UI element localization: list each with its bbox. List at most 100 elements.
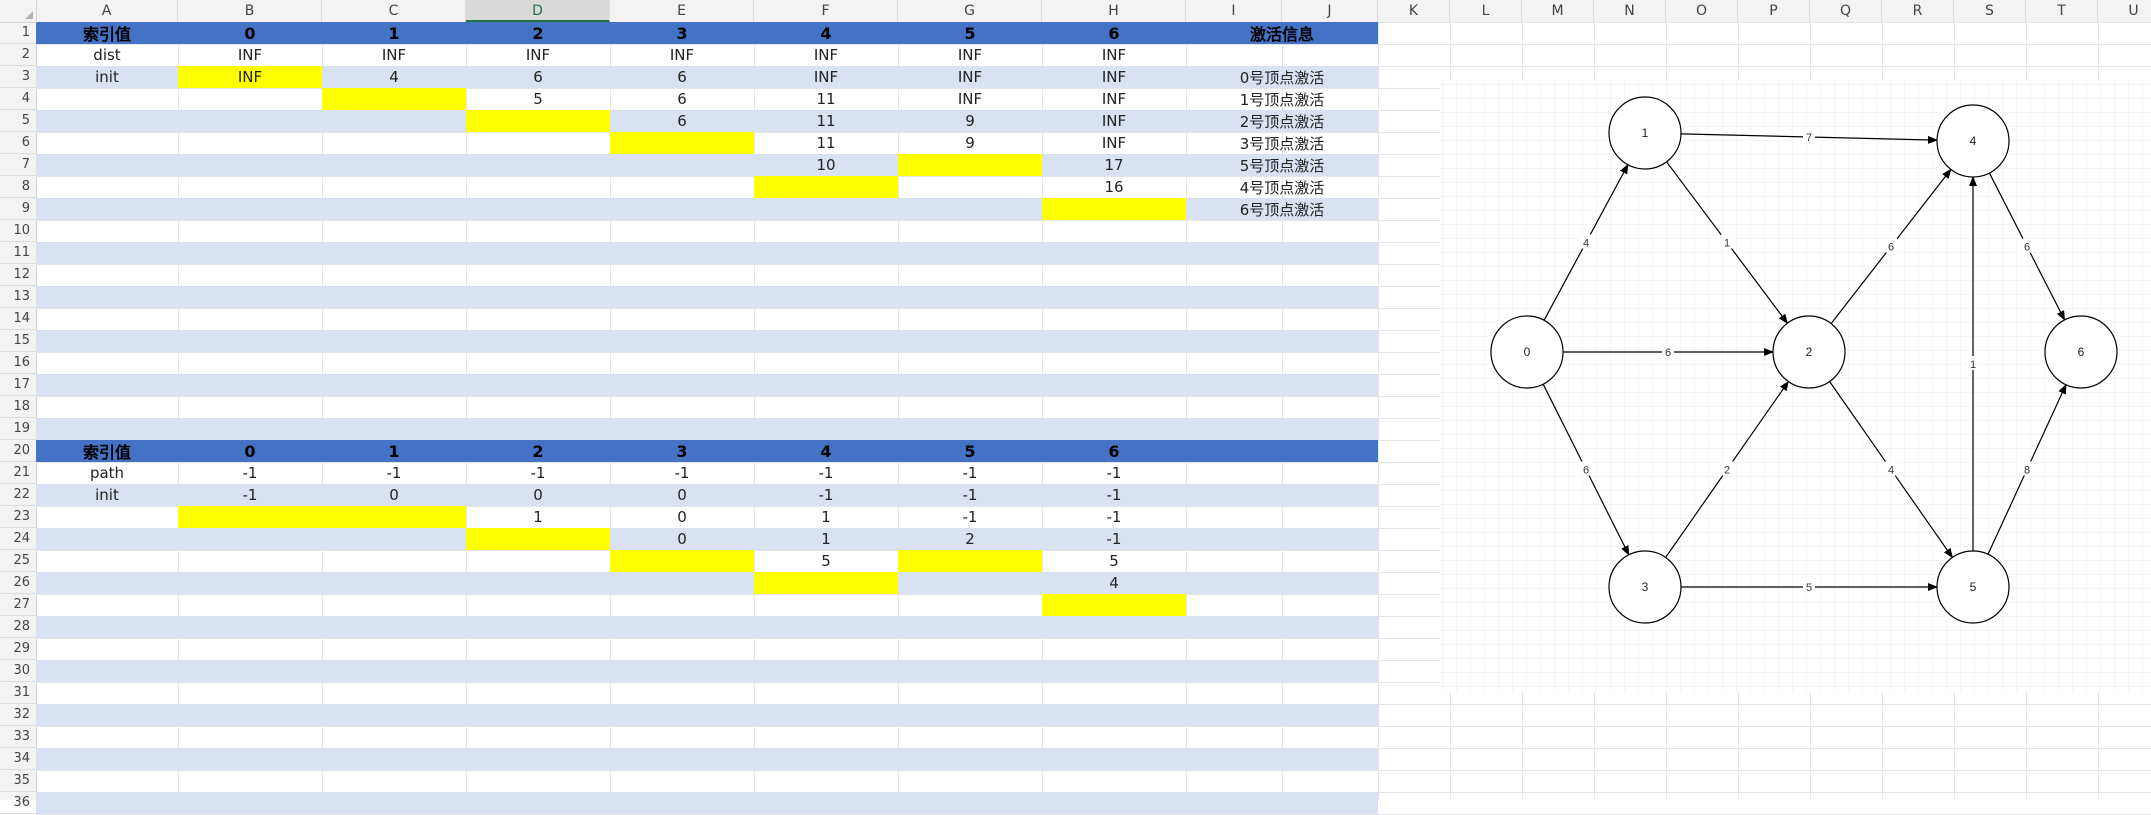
table-cell[interactable]: 2 [898, 528, 1042, 550]
table-header-cell[interactable]: 1 [322, 440, 466, 462]
table-cell[interactable]: 4 [322, 66, 466, 88]
table-cell[interactable]: 9 [898, 110, 1042, 132]
row-header-8[interactable]: 8 [0, 176, 36, 198]
table-cell[interactable]: INF [322, 44, 466, 66]
row-header-34[interactable]: 34 [0, 748, 36, 770]
row-header-29[interactable]: 29 [0, 638, 36, 660]
row-header-5[interactable]: 5 [0, 110, 36, 132]
column-header-s[interactable]: S [1954, 0, 2026, 22]
table-header-cell[interactable]: 激活信息 [1186, 22, 1378, 44]
table-cell[interactable]: -1 [1042, 506, 1186, 528]
table-header-cell[interactable]: 6 [1042, 22, 1186, 44]
table-cell[interactable]: 0 [466, 484, 610, 506]
table-header-cell[interactable]: 3 [610, 440, 754, 462]
column-header-f[interactable]: F [754, 0, 898, 22]
table-cell[interactable]: dist [36, 44, 178, 66]
table-cell[interactable]: INF [1042, 88, 1186, 110]
row-header-1[interactable]: 1 [0, 22, 36, 44]
row-header-6[interactable]: 6 [0, 132, 36, 154]
table-cell[interactable]: 6 [466, 66, 610, 88]
table-cell[interactable]: 3号顶点激活 [1186, 132, 1378, 154]
table-header-cell[interactable]: 6 [1042, 440, 1186, 462]
table-cell[interactable]: 1号顶点激活 [1186, 88, 1378, 110]
row-header-12[interactable]: 12 [0, 264, 36, 286]
table-cell[interactable]: 6 [610, 88, 754, 110]
row-header-3[interactable]: 3 [0, 66, 36, 88]
row-header-7[interactable]: 7 [0, 154, 36, 176]
table-cell[interactable]: 1 [466, 506, 610, 528]
table-cell[interactable]: 11 [754, 88, 898, 110]
row-header-36[interactable]: 36 [0, 792, 36, 814]
table-header-cell[interactable]: 2 [466, 22, 610, 44]
table-cell[interactable]: -1 [1042, 484, 1186, 506]
row-header-22[interactable]: 22 [0, 484, 36, 506]
select-all-corner[interactable] [0, 0, 37, 23]
column-header-p[interactable]: P [1738, 0, 1810, 22]
column-header-q[interactable]: Q [1810, 0, 1882, 22]
row-header-9[interactable]: 9 [0, 198, 36, 220]
row-header-19[interactable]: 19 [0, 418, 36, 440]
row-header-28[interactable]: 28 [0, 616, 36, 638]
table-cell[interactable]: -1 [322, 462, 466, 484]
row-header-15[interactable]: 15 [0, 330, 36, 352]
table-cell[interactable]: 4号顶点激活 [1186, 176, 1378, 198]
column-header-b[interactable]: B [178, 0, 322, 22]
table-cell[interactable]: 5 [754, 550, 898, 572]
table-cell[interactable]: 2号顶点激活 [1186, 110, 1378, 132]
row-header-27[interactable]: 27 [0, 594, 36, 616]
table-cell[interactable]: 6号顶点激活 [1186, 198, 1378, 220]
column-header-h[interactable]: H [1042, 0, 1186, 22]
table-cell[interactable]: INF [898, 88, 1042, 110]
table-header-cell[interactable]: 索引值 [36, 22, 178, 44]
column-header-m[interactable]: M [1522, 0, 1594, 22]
row-header-26[interactable]: 26 [0, 572, 36, 594]
table-cell[interactable]: init [36, 66, 178, 88]
table-cell[interactable]: 0号顶点激活 [1186, 66, 1378, 88]
table-cell[interactable]: INF [754, 44, 898, 66]
table-cell[interactable]: 0 [610, 506, 754, 528]
row-header-20[interactable]: 20 [0, 440, 36, 462]
table-cell[interactable]: INF [466, 44, 610, 66]
table-cell[interactable]: 17 [1042, 154, 1186, 176]
table-cell[interactable]: -1 [898, 506, 1042, 528]
table-cell[interactable]: INF [1042, 66, 1186, 88]
table-cell[interactable]: -1 [754, 484, 898, 506]
row-header-31[interactable]: 31 [0, 682, 36, 704]
table-cell[interactable]: INF [610, 44, 754, 66]
column-header-o[interactable]: O [1666, 0, 1738, 22]
table-header-cell[interactable]: 0 [178, 440, 322, 462]
row-header-35[interactable]: 35 [0, 770, 36, 792]
table-header-cell[interactable]: 3 [610, 22, 754, 44]
table-header-cell[interactable]: 0 [178, 22, 322, 44]
row-header-24[interactable]: 24 [0, 528, 36, 550]
row-header-18[interactable]: 18 [0, 396, 36, 418]
table-header-cell[interactable]: 5 [898, 440, 1042, 462]
table-cell[interactable]: 6 [610, 66, 754, 88]
table-cell[interactable]: 6 [610, 110, 754, 132]
row-header-21[interactable]: 21 [0, 462, 36, 484]
table-cell[interactable]: -1 [610, 462, 754, 484]
row-header-11[interactable]: 11 [0, 242, 36, 264]
table-cell[interactable]: INF [898, 44, 1042, 66]
row-header-32[interactable]: 32 [0, 704, 36, 726]
table-header-cell[interactable]: 4 [754, 22, 898, 44]
table-cell[interactable]: INF [178, 66, 322, 88]
table-cell[interactable]: -1 [898, 462, 1042, 484]
column-header-g[interactable]: G [898, 0, 1042, 22]
column-header-c[interactable]: C [322, 0, 466, 22]
row-header-10[interactable]: 10 [0, 220, 36, 242]
row-header-30[interactable]: 30 [0, 660, 36, 682]
table-cell[interactable]: INF [1042, 44, 1186, 66]
table-cell[interactable]: 0 [322, 484, 466, 506]
table-cell[interactable]: path [36, 462, 178, 484]
row-header-13[interactable]: 13 [0, 286, 36, 308]
table-cell[interactable]: -1 [1042, 462, 1186, 484]
table-header-cell[interactable]: 5 [898, 22, 1042, 44]
column-header-j[interactable]: J [1282, 0, 1378, 22]
table-cell[interactable]: 16 [1042, 176, 1186, 198]
table-cell[interactable]: 10 [754, 154, 898, 176]
column-header-e[interactable]: E [610, 0, 754, 22]
row-header-4[interactable]: 4 [0, 88, 36, 110]
table-cell[interactable]: INF [178, 44, 322, 66]
table-cell[interactable]: INF [754, 66, 898, 88]
